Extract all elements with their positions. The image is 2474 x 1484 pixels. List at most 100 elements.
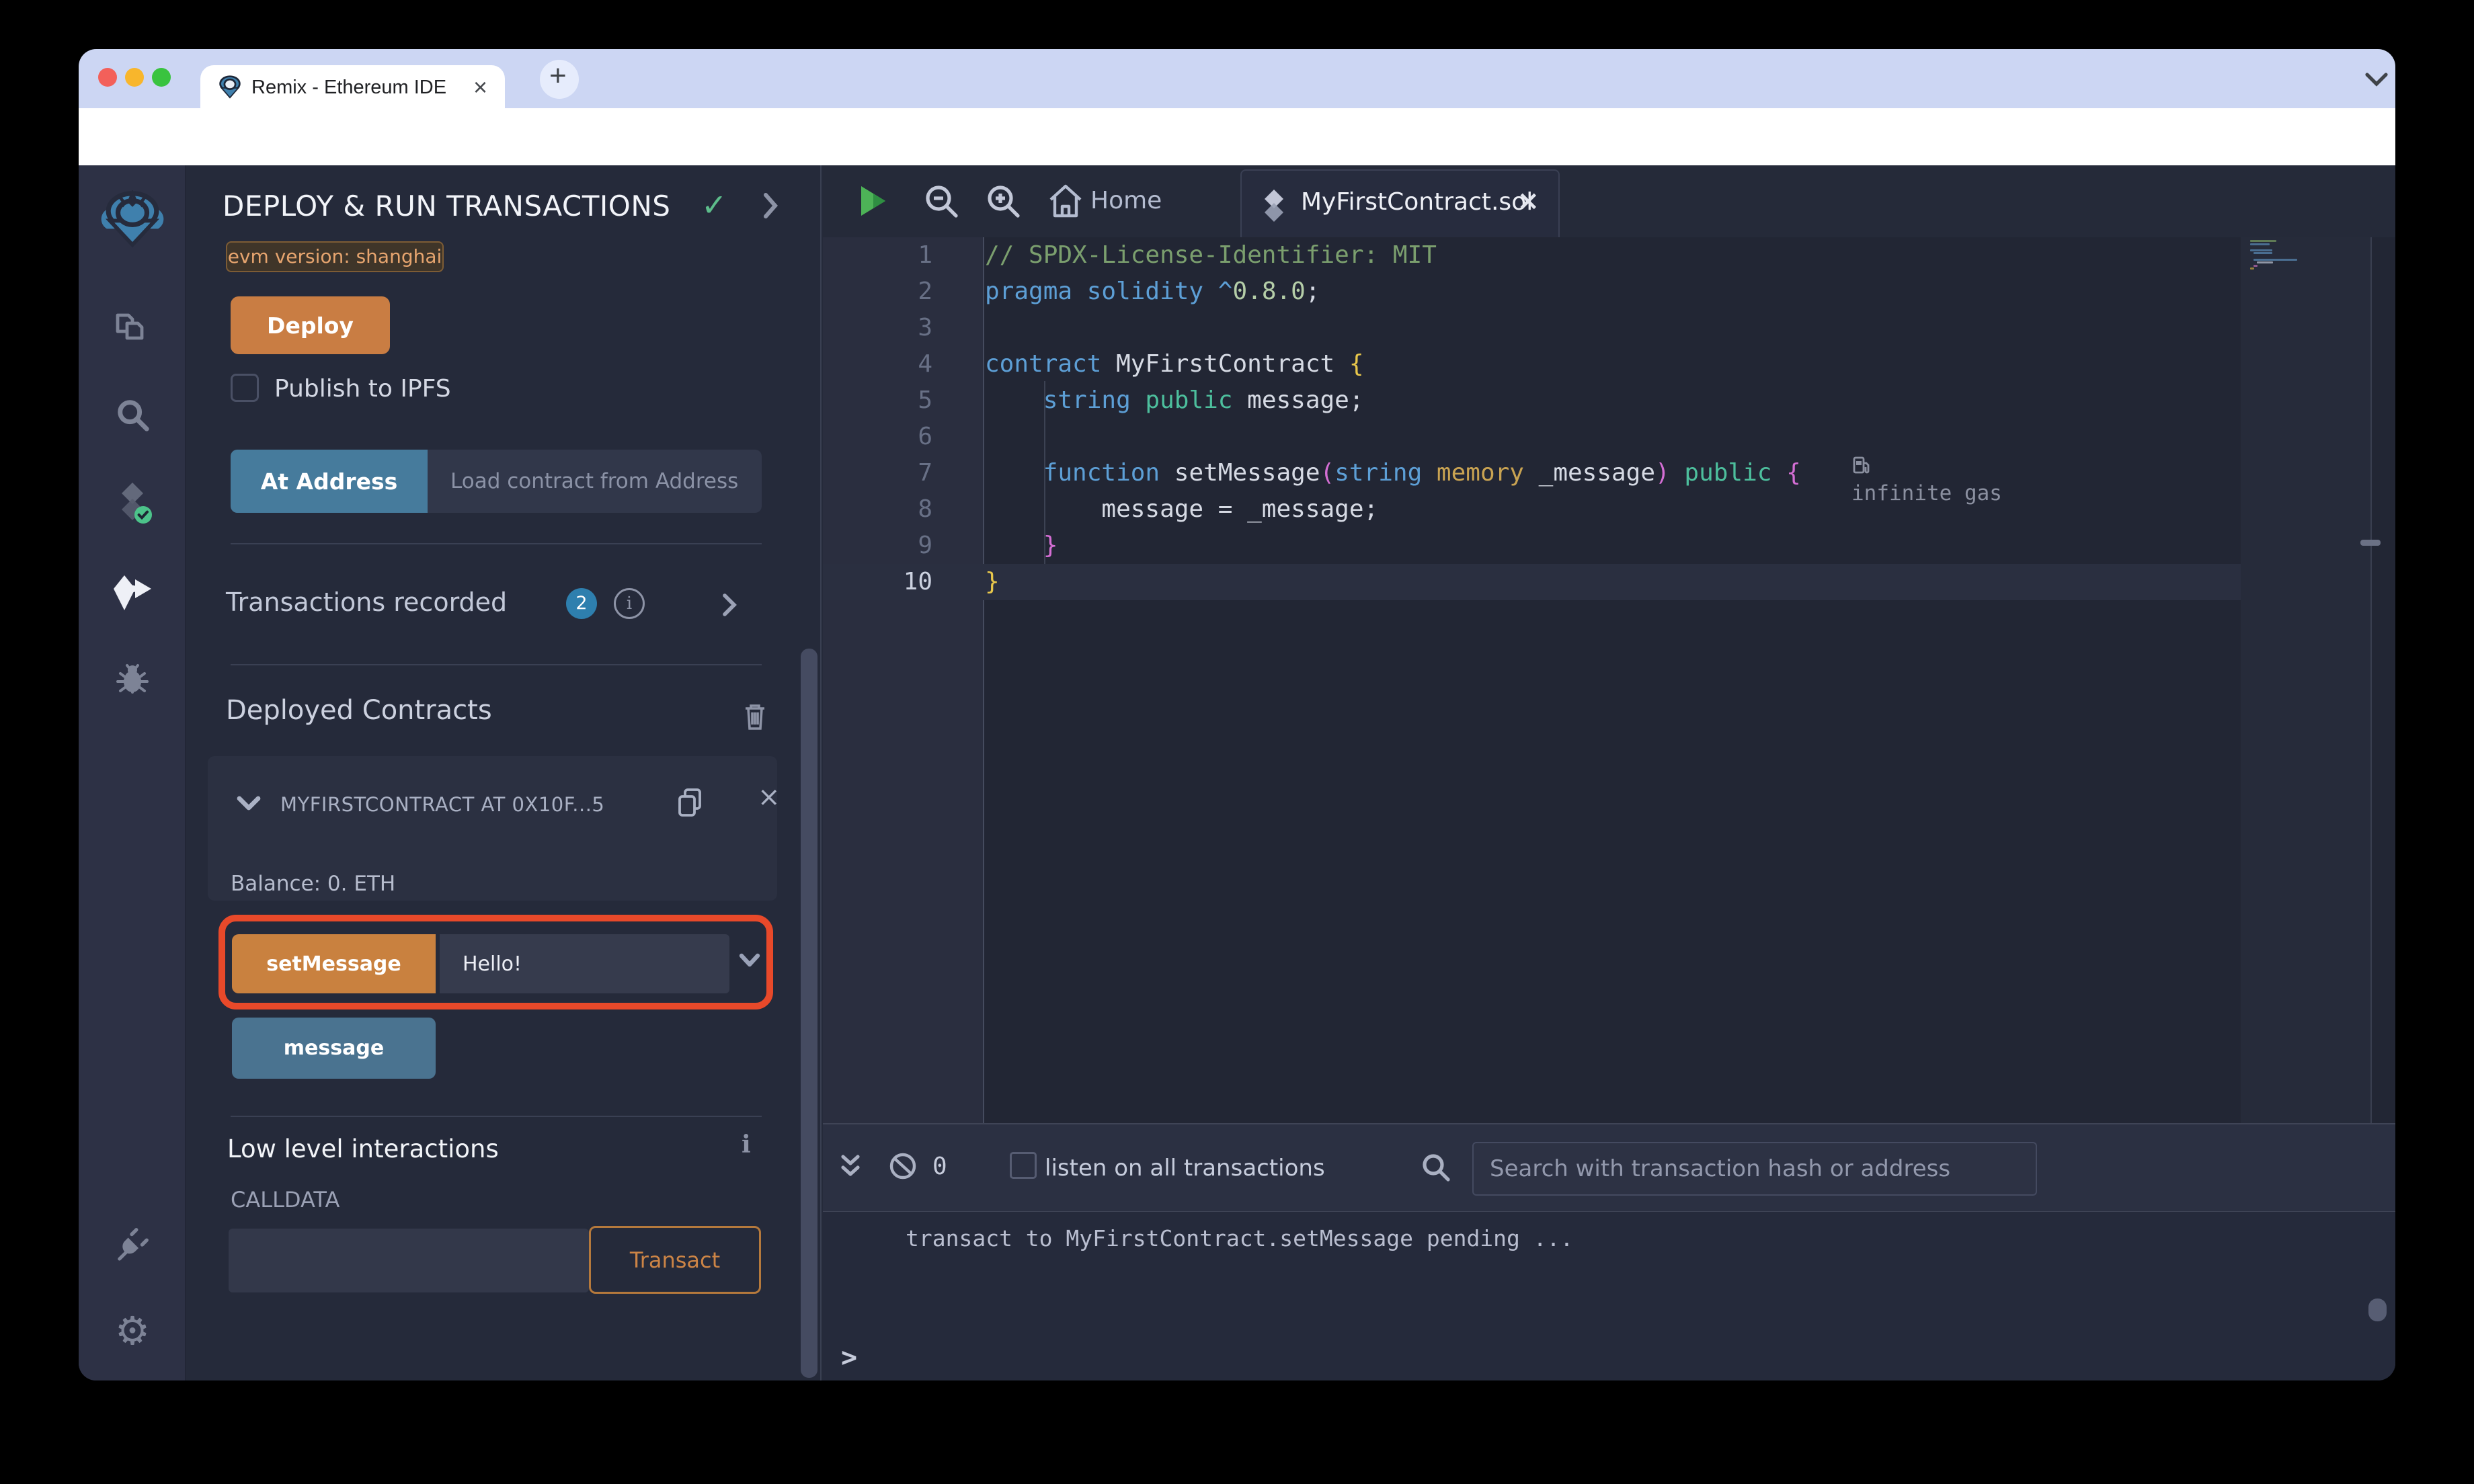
code-line-9[interactable]: 9 } <box>823 528 2241 564</box>
line-number: 10 <box>903 568 932 595</box>
zoom-out-icon[interactable] <box>922 182 960 220</box>
new-tab-button[interactable]: + <box>549 59 567 93</box>
code-line-7[interactable]: 7 function setMessage(string memory _mes… <box>823 455 2241 505</box>
file-tab-myfirstcontract[interactable]: MyFirstContract.sol × <box>1240 169 1560 237</box>
file-tab-label: MyFirstContract.sol <box>1301 188 1533 216</box>
code-line-3[interactable]: 3 <box>823 310 2241 346</box>
deploy-run-icon[interactable] <box>111 574 154 612</box>
deploy-button[interactable]: Deploy <box>231 296 390 354</box>
terminal-search-input[interactable] <box>1472 1142 2037 1196</box>
compile-success-check-icon: ✓ <box>701 187 727 223</box>
browser-tab-strip: Remix - Ethereum IDE × + <box>79 49 2395 108</box>
browser-toolbar: remix.ethereum.org/#lang=en&optimize=fal… <box>79 108 2395 219</box>
browser-tab[interactable]: Remix - Ethereum IDE × <box>200 65 505 108</box>
contract-instance-label[interactable]: MYFIRSTCONTRACT AT 0X10F...5 <box>280 793 604 816</box>
terminal-panel: 0 listen on all transactions transact to… <box>823 1123 2395 1380</box>
set-message-function-button[interactable]: setMessage <box>232 934 436 993</box>
terminal-toolbar: 0 listen on all transactions <box>823 1123 2395 1212</box>
remove-instance-icon[interactable]: × <box>758 782 781 813</box>
line-number: 9 <box>918 532 932 559</box>
deployed-contract-card: MYFIRSTCONTRACT AT 0X10F...5 × Balance: … <box>208 756 781 901</box>
section-divider <box>231 1116 762 1117</box>
side-panel-scrollbar[interactable] <box>801 649 817 1378</box>
message-getter-button[interactable]: message <box>232 1018 436 1079</box>
contract-collapse-chevron-icon[interactable] <box>237 795 261 811</box>
line-number: 8 <box>918 495 932 523</box>
clear-console-ban-icon[interactable] <box>888 1151 918 1181</box>
pending-transactions-count: 0 <box>932 1153 947 1180</box>
solidity-compiler-icon[interactable] <box>112 481 153 524</box>
listen-all-transactions-label[interactable]: listen on all transactions <box>1045 1155 1325 1182</box>
deployed-contracts-title: Deployed Contracts <box>226 695 492 726</box>
settings-gear-icon[interactable]: ⚙ <box>115 1308 150 1354</box>
tab-close-icon[interactable]: × <box>473 73 487 101</box>
at-address-button[interactable]: At Address <box>231 450 428 513</box>
overview-ruler-marker <box>2360 540 2381 546</box>
transactions-count-badge: 2 <box>566 588 597 619</box>
home-tab[interactable]: Home <box>1090 187 1162 214</box>
debugger-bug-icon[interactable] <box>114 661 151 696</box>
code-line-8[interactable]: 8 message = _message; <box>823 491 2241 528</box>
remix-app: ⚙ DEPLOY & RUN TRANSACTIONS ✓ evm versio… <box>79 165 2395 1380</box>
zoom-in-icon[interactable] <box>984 182 1022 220</box>
tab-search-chevron-icon[interactable] <box>2363 71 2390 88</box>
calldata-label: CALLDATA <box>231 1187 340 1212</box>
editor-minimap[interactable] <box>2241 237 2372 1123</box>
macos-close-button[interactable] <box>98 68 117 87</box>
terminal-scrollbar-thumb[interactable] <box>2368 1298 2387 1321</box>
publish-ipfs-label: Publish to IPFS <box>274 375 451 403</box>
code-line-6[interactable]: 6 <box>823 419 2241 455</box>
solidity-file-icon <box>1259 188 1289 223</box>
code-line-4[interactable]: 4 contract MyFirstContract { <box>823 346 2241 382</box>
file-tab-close-icon[interactable]: × <box>1517 186 1540 216</box>
at-address-input[interactable] <box>428 450 762 513</box>
transact-button[interactable]: Transact <box>589 1226 761 1294</box>
terminal-prompt[interactable]: > <box>841 1342 857 1373</box>
code-line-5[interactable]: 5 string public message; <box>823 382 2241 419</box>
run-script-play-icon[interactable] <box>853 182 891 220</box>
editor-tab-bar: Home MyFirstContract.sol × <box>823 165 2395 237</box>
remix-icon-panel: ⚙ <box>79 165 186 1380</box>
transactions-recorded-label: Transactions recorded <box>226 587 508 617</box>
transactions-expand-chevron-icon[interactable] <box>721 593 737 617</box>
line-number: 5 <box>918 386 932 414</box>
listen-all-transactions-checkbox[interactable] <box>1010 1152 1037 1179</box>
line-number: 4 <box>918 350 932 378</box>
code-line-1[interactable]: 1// SPDX-License-Identifier: MIT <box>823 237 2241 274</box>
expand-arguments-chevron-icon[interactable] <box>739 953 760 968</box>
collapse-terminal-chevrons-icon[interactable] <box>838 1151 863 1184</box>
line-number: 1 <box>918 241 932 269</box>
low-level-info-icon[interactable]: i <box>742 1130 751 1159</box>
panel-expand-chevron-icon[interactable] <box>762 192 779 219</box>
section-divider <box>231 543 762 544</box>
browser-window: Remix - Ethereum IDE × + remix.ethereum.… <box>79 49 2395 1380</box>
code-editor[interactable]: 1// SPDX-License-Identifier: MIT 2 pragma … <box>823 237 2395 1123</box>
home-icon[interactable] <box>1047 182 1084 220</box>
file-explorer-icon[interactable] <box>114 310 151 343</box>
remix-logo-icon <box>100 190 165 248</box>
search-icon[interactable] <box>114 397 151 433</box>
macos-zoom-button[interactable] <box>152 68 171 87</box>
editor-area: Home MyFirstContract.sol × 1// SPDX-Lice… <box>823 165 2395 1380</box>
clear-instances-trash-icon[interactable] <box>742 702 768 731</box>
contract-balance-label: Balance: 0. ETH <box>231 872 396 896</box>
transactions-info-icon[interactable]: i <box>614 588 645 619</box>
line-number: 2 <box>918 278 932 305</box>
macos-minimize-button[interactable] <box>125 68 144 87</box>
code-line-10[interactable]: 10} <box>823 564 2241 600</box>
line-number: 3 <box>918 314 932 341</box>
low-level-interactions-title: Low level interactions <box>227 1135 499 1163</box>
deploy-run-panel: DEPLOY & RUN TRANSACTIONS ✓ evm version:… <box>186 165 822 1380</box>
line-number: 6 <box>918 423 932 450</box>
terminal-search-icon <box>1420 1151 1451 1182</box>
panel-title: DEPLOY & RUN TRANSACTIONS <box>223 190 671 222</box>
copy-address-icon[interactable] <box>676 787 705 819</box>
code-line-2[interactable]: 2 pragma solidity ^0.8.0; <box>823 274 2241 310</box>
calldata-input[interactable] <box>229 1229 589 1292</box>
tab-title: Remix - Ethereum IDE <box>251 77 447 98</box>
section-divider <box>231 664 762 665</box>
remix-favicon-icon <box>218 75 242 99</box>
plugin-manager-plug-icon[interactable] <box>114 1225 151 1262</box>
set-message-argument-input[interactable] <box>440 934 729 993</box>
publish-ipfs-checkbox[interactable] <box>231 374 259 402</box>
